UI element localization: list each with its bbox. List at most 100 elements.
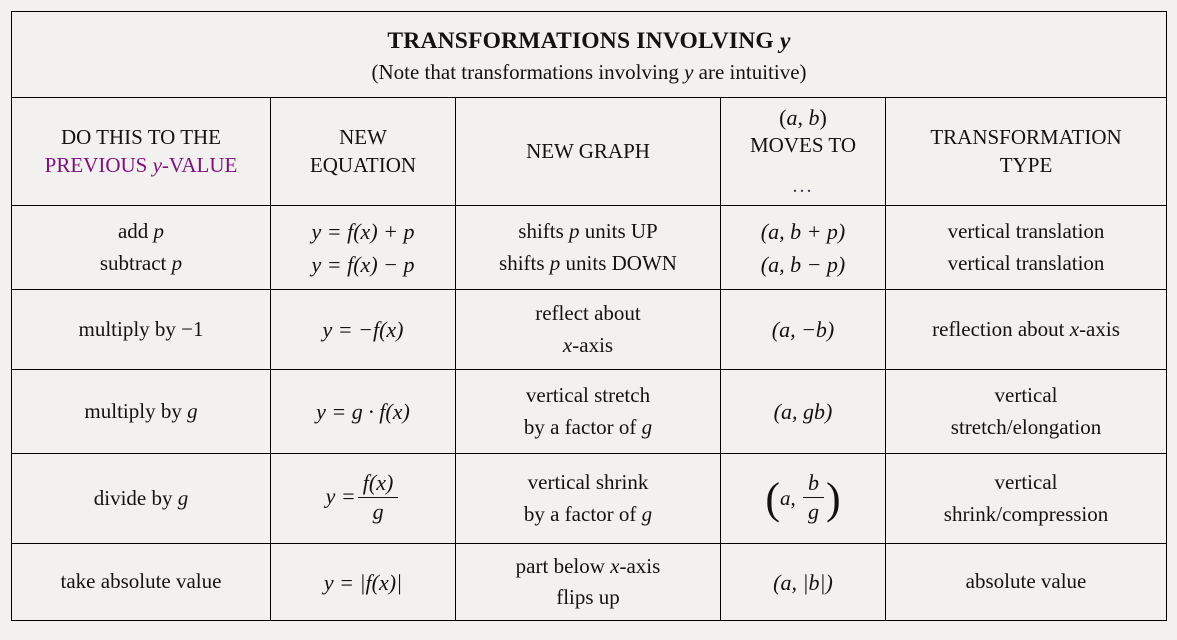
row1-graph-a1: shifts — [518, 219, 570, 243]
header-var-a: a — [786, 105, 798, 131]
header-col1-line2: PREVIOUS y-VALUE — [18, 152, 264, 180]
header-previous-text: PREVIOUS — [44, 152, 153, 177]
row4-point-moves-to: (a, b g) — [720, 453, 886, 544]
row2-eq-line1: y = −f(x) — [322, 317, 404, 342]
row4-type-line2: shrink/compression — [943, 501, 1109, 526]
row1-new-graph: shifts p units UP shifts p units DOWN — [455, 205, 721, 290]
row1-graph-line2: shifts p units DOWN — [462, 248, 714, 280]
row1-transformation-type: vertical translation vertical translatio… — [884, 205, 1168, 290]
row5-graph-axis: -axis — [619, 553, 661, 578]
row2-graph-line1: reflect about — [535, 301, 641, 325]
row5-new-graph: part below x-axis flips up — [455, 543, 721, 621]
row3-do-line1: multiply by g — [18, 396, 264, 428]
fraction-denominator: g — [372, 499, 384, 524]
fraction: f(x) g — [357, 470, 399, 525]
paren-close: ) — [826, 473, 841, 523]
row5-graph-a1: part below — [515, 553, 611, 578]
table-header-row: DO THIS TO THE PREVIOUS y-VALUE NEW EQUA… — [11, 97, 1168, 206]
header-col4-line2: MOVES TO — [750, 133, 856, 158]
column-header-transformation-type: TRANSFORMATION TYPE — [884, 97, 1168, 206]
row2-type-b: -axis — [1079, 316, 1120, 341]
row1-point-line2: (a, b − p) — [760, 251, 846, 277]
row2-new-graph: reflect about x-axis — [455, 289, 721, 370]
paren-close: ) — [819, 105, 827, 131]
row3-type-line1: vertical — [994, 383, 1058, 407]
row5-do-line1: take absolute value — [60, 569, 222, 594]
row4-point-pair: (a, b g) — [727, 470, 879, 526]
row1-graph-line1: shifts p units UP — [462, 216, 714, 248]
paren-open: ( — [765, 473, 780, 523]
row3-var-g: g — [187, 398, 198, 423]
table-row: divide by g y = f(x) g vertical shrink by … — [11, 453, 1168, 544]
row1-new-equation: y = f(x) + p y = f(x) − p — [270, 205, 456, 290]
row2-graph-var-x: x — [562, 332, 573, 357]
row4-graph-var-g: g — [641, 501, 653, 526]
row3-new-equation: y = g · f(x) — [270, 369, 456, 454]
table-title-row: TRANSFORMATIONS INVOLVING y (Note that t… — [10, 11, 1168, 98]
row1-eq-line1: y = f(x) + p — [311, 218, 415, 244]
row2-graph-line2: x-axis — [462, 330, 714, 362]
row2-type-var-x: x — [1069, 316, 1080, 341]
row3-graph-line1: vertical stretch — [525, 383, 651, 407]
row1-point-line1: (a, b + p) — [760, 218, 846, 244]
row1-do-line1: add p — [18, 216, 264, 248]
row4-transformation-type: vertical shrink/compression — [884, 453, 1168, 544]
row3-point-moves-to: (a, gb) — [720, 369, 886, 454]
fraction-denominator: g — [808, 499, 819, 524]
header-value-text: -VALUE — [161, 152, 238, 177]
row2-transformation-type: reflection about x-axis — [884, 289, 1168, 370]
column-header-point-moves-to: (a, b) MOVES TO ... — [720, 97, 886, 206]
row2-type-a: reflection about — [932, 316, 1070, 341]
row4-do-line1: divide by g — [18, 483, 264, 515]
row1-type-line2: vertical translation — [947, 250, 1105, 275]
table-row: add p subtract p y = f(x) + p y = f(x) −… — [11, 205, 1168, 290]
header-col4-ellipsis: ... — [792, 175, 814, 198]
row3-do-this: multiply by g — [11, 369, 271, 454]
row2-graph-axis: -axis — [572, 332, 614, 357]
row1-graph-var2: p — [549, 250, 561, 275]
row4-new-graph: vertical shrink by a factor of g — [455, 453, 721, 544]
title-text: TRANSFORMATIONS INVOLVING — [387, 28, 780, 55]
row1-graph-a2: shifts — [499, 250, 550, 275]
row4-eq-lhs: y = — [325, 483, 356, 509]
row3-graph-a2: by a factor of — [523, 414, 642, 439]
header-col1-line1: DO THIS TO THE — [60, 124, 222, 149]
title-variable-y: y — [779, 28, 791, 55]
row1-var-p2: p — [171, 250, 183, 275]
row5-new-equation: y = |f(x)| — [270, 543, 456, 621]
row5-eq-line1: y = |f(x)| — [323, 569, 403, 595]
row1-do-text2: subtract — [99, 250, 172, 275]
row4-do-this: divide by g — [11, 453, 271, 544]
header-col5-line1: TRANSFORMATION — [930, 124, 1122, 149]
header-col2-line2: EQUATION — [309, 152, 417, 177]
row4-eq-fraction: y = f(x) g — [277, 470, 449, 526]
table-row: take absolute value y = |f(x)| part belo… — [11, 543, 1168, 621]
row4-new-equation: y = f(x) g — [270, 453, 456, 544]
row1-do-this: add p subtract p — [11, 205, 271, 290]
comma: , — [790, 485, 801, 510]
page-subtitle: (Note that transformations involving y a… — [18, 59, 1160, 87]
row5-graph-line1: part below x-axis — [462, 551, 714, 583]
row4-do-text1: divide by — [93, 485, 178, 510]
transformations-table-container: TRANSFORMATIONS INVOLVING y (Note that t… — [10, 11, 1168, 621]
table-row: multiply by −1 y = −f(x) reflect about x… — [11, 289, 1168, 370]
row5-point-moves-to: (a, |b|) — [720, 543, 886, 621]
row5-point-line1: (a, |b|) — [773, 569, 833, 595]
page-title: TRANSFORMATIONS INVOLVING y — [18, 26, 1160, 56]
row1-do-line2: subtract p — [18, 248, 264, 280]
column-header-new-equation: NEW EQUATION — [270, 97, 456, 206]
row1-type-line1: vertical translation — [947, 219, 1105, 243]
row1-graph-b1: units UP — [579, 219, 658, 243]
row3-new-graph: vertical stretch by a factor of g — [455, 369, 721, 454]
subtitle-prefix: (Note that transformations involving — [371, 60, 685, 85]
paren-open: ( — [779, 105, 787, 131]
column-header-do-this: DO THIS TO THE PREVIOUS y-VALUE — [11, 97, 271, 206]
row3-point-line1: (a, gb) — [773, 399, 833, 424]
row2-type-line1: reflection about x-axis — [892, 314, 1160, 346]
row1-eq-line2: y = f(x) − p — [311, 251, 415, 277]
row4-graph-line2: by a factor of g — [462, 499, 714, 531]
row3-transformation-type: vertical stretch/elongation — [884, 369, 1168, 454]
transformations-table: TRANSFORMATIONS INVOLVING y (Note that t… — [10, 11, 1168, 621]
header-col2-line1: NEW — [339, 124, 387, 149]
row2-value-neg1: −1 — [181, 316, 204, 341]
